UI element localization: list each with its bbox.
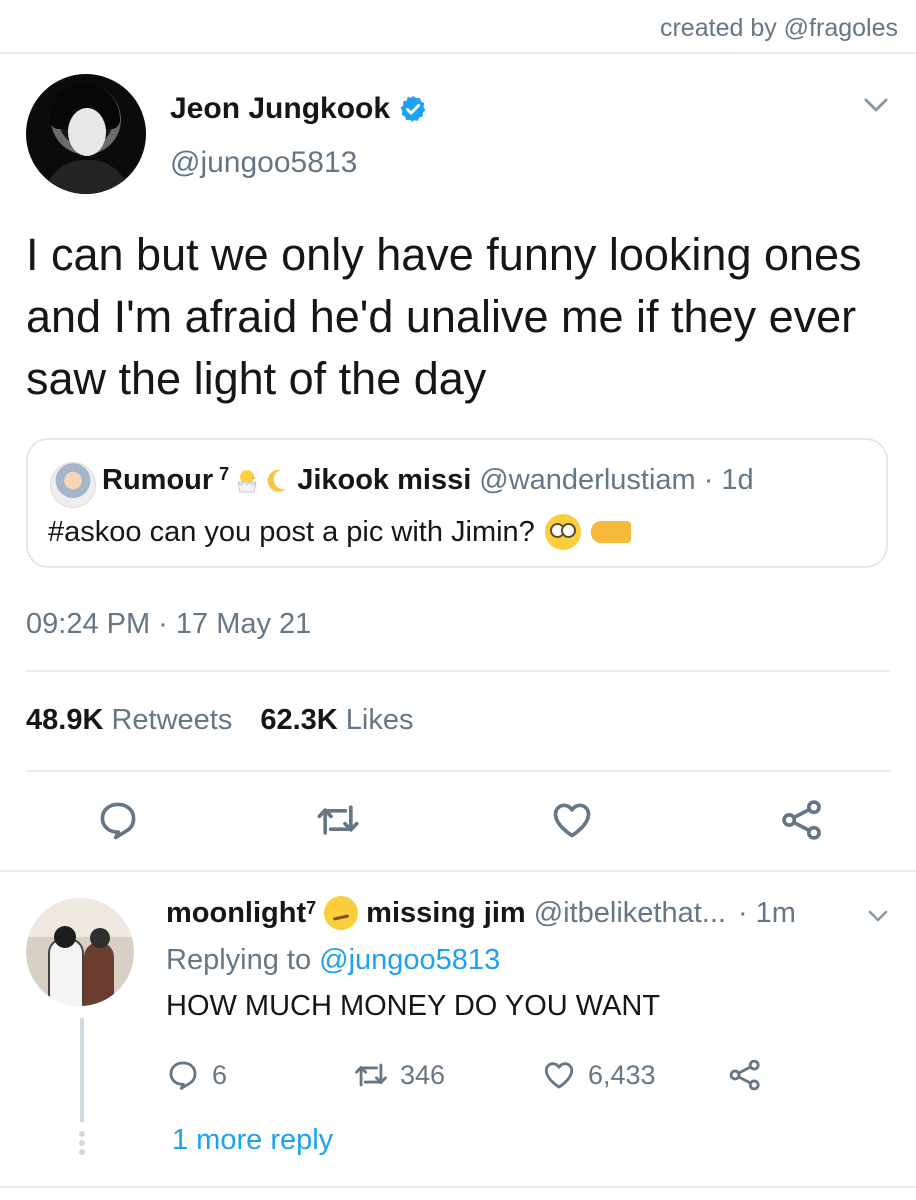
reply-avatar[interactable] (26, 898, 134, 1006)
likes-count: 62.3K (260, 704, 338, 736)
reply-retweets-count: 346 (400, 1059, 446, 1090)
quoted-handle: @wanderlustiam (479, 464, 696, 496)
crescent-moon-icon (267, 469, 287, 492)
engagement-stats: 48.9K Retweets 62.3K Likes (26, 704, 414, 737)
credit-text: created by @fragoles (659, 14, 898, 42)
retweet-icon (355, 1063, 387, 1087)
reply-likes-count: 6,433 (588, 1059, 656, 1090)
verified-icon (400, 95, 426, 123)
author-handle[interactable]: @jungoo5813 (170, 146, 357, 180)
quoted-name-start: Rumour (102, 464, 214, 496)
replying-to-label: Replying to (166, 944, 312, 976)
reply-like-button[interactable]: 6,433 (542, 1058, 656, 1092)
reply-replies-count: 6 (212, 1059, 228, 1090)
share-icon[interactable] (780, 798, 824, 842)
reply-name-sup: 7 (306, 897, 317, 918)
divider-stats-bottom (26, 770, 890, 772)
quoted-avatar[interactable] (50, 462, 96, 508)
replying-to-handle[interactable]: @jungoo5813 (319, 944, 500, 976)
show-more-replies-link[interactable]: 1 more reply (172, 1124, 333, 1157)
reply-action-bar: 6 346 6,433 (166, 1058, 816, 1098)
reply-icon (169, 1061, 197, 1090)
reply-header: moonlight 7 missing jim @itbelikethat...… (166, 896, 796, 930)
pointing-right-icon (590, 521, 631, 543)
hatching-chick-icon (237, 469, 257, 492)
divider-reply-top (0, 870, 916, 872)
likes-label: Likes (345, 704, 414, 736)
smirk-emoji-icon (324, 896, 359, 930)
top-divider (0, 52, 916, 54)
retweet-icon[interactable] (316, 798, 360, 842)
quoted-time: · 1d (703, 464, 754, 496)
tweet-timestamp: 09:24 PM · 17 May 21 (26, 608, 312, 640)
thread-line (80, 1018, 84, 1122)
quoted-tweet[interactable]: Rumour 7 Jikook missi @wanderlustiam · 1… (26, 438, 888, 568)
divider-bottom (0, 1186, 916, 1188)
reply-retweet-button[interactable]: 346 (354, 1058, 445, 1092)
quoted-text: #askoo can you post a pic with Jimin? (48, 515, 535, 548)
quoted-name-end: Jikook missi (297, 464, 472, 496)
reply-time: · 1m (737, 896, 796, 929)
tweet-text: I can but we only have funny looking one… (26, 229, 862, 404)
reply-share-button[interactable] (728, 1058, 762, 1092)
reply-text: HOW MUCH MONEY DO YOU WANT (166, 990, 661, 1022)
author-name-row[interactable]: Jeon Jungkook (170, 92, 428, 126)
tweet-action-bar (0, 792, 916, 852)
reply-name-start[interactable]: moonlight (166, 897, 306, 930)
likes-stat[interactable]: 62.3K Likes (260, 704, 413, 737)
reply-name-end[interactable]: missing jim (366, 897, 526, 930)
chevron-down-icon[interactable] (862, 95, 890, 115)
reply-icon[interactable] (96, 798, 140, 842)
reply-handle[interactable]: @itbelikethat... (534, 897, 726, 930)
divider-stats-top (26, 670, 890, 672)
like-icon[interactable] (550, 798, 594, 842)
author-avatar[interactable] (26, 74, 146, 194)
reply-reply-button[interactable]: 6 (166, 1058, 227, 1092)
share-icon (729, 1059, 760, 1091)
author-display-name[interactable]: Jeon Jungkook (170, 92, 390, 126)
retweets-label: Retweets (111, 704, 233, 736)
retweets-count: 48.9K (26, 704, 104, 736)
like-icon (544, 1062, 574, 1089)
replying-to: Replying to @jungoo5813 (166, 944, 500, 977)
pleading-face-icon (544, 514, 581, 550)
quoted-name-sup: 7 (219, 464, 230, 484)
thread-dots (78, 1128, 86, 1158)
quoted-header: Rumour 7 Jikook missi @wanderlustiam · 1… (102, 464, 754, 497)
retweets-stat[interactable]: 48.9K Retweets (26, 704, 232, 737)
chevron-down-icon[interactable] (866, 908, 890, 926)
quoted-text-row: #askoo can you post a pic with Jimin? (48, 514, 631, 550)
